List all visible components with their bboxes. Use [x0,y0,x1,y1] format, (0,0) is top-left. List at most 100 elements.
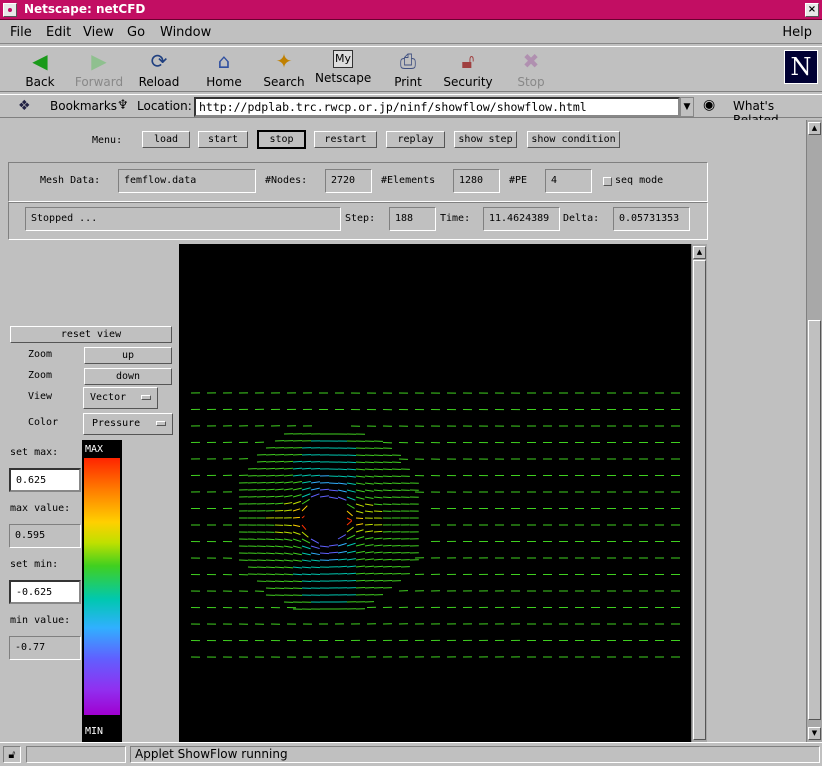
home-button[interactable]: ⌂ Home [196,48,252,92]
velocity-vector [355,503,365,507]
zoom-up-button[interactable]: up [84,347,172,364]
back-arrow-icon: ◀ [32,49,48,73]
velocity-vector [283,580,294,583]
velocity-vector [292,531,301,535]
velocity-vector [382,489,392,492]
replay-button[interactable]: replay [386,131,445,148]
menu-edit[interactable]: Edit [46,25,71,40]
set-max-label: set max: [10,447,59,458]
step-field: 188 [389,207,436,231]
close-window-button[interactable]: × [805,3,819,17]
scroll-up-icon[interactable]: ▲ [808,122,821,135]
start-button[interactable]: start [198,131,248,148]
netscape-logo[interactable]: N [784,50,818,84]
set-min-input[interactable]: -0.625 [9,580,81,604]
velocity-vector [355,558,365,561]
scroll-down-icon[interactable]: ▼ [808,727,821,740]
velocity-vector [292,487,302,491]
velocity-vector [310,474,321,477]
velocity-vector [301,460,312,463]
velocity-vector [301,474,311,477]
option-menu-indicator-icon [156,421,166,426]
velocity-vector [301,566,312,569]
page-scrollbar[interactable]: ▲ ▼ [806,120,822,742]
flow-visualization-canvas[interactable] [179,244,691,742]
canvas-scroll-thumb[interactable] [693,260,706,740]
velocity-vector [337,482,347,485]
canvas-scrollbar[interactable]: ▲ [691,244,707,742]
show-step-button[interactable]: show step [454,131,517,148]
stop-simulation-button[interactable]: stop [257,130,306,149]
reload-button[interactable]: ⟳ Reload [131,48,187,92]
velocity-vector [337,542,347,547]
velocity-vector [355,523,364,526]
menu-file[interactable]: File [10,25,32,40]
velocity-vector [292,552,302,556]
netscape-button[interactable]: My Netscape [315,48,371,92]
reload-label: Reload [138,75,180,89]
cylinder-obstacle [304,500,344,540]
velocity-vector [346,572,357,575]
url-history-dropdown[interactable]: ▼ [680,97,694,117]
velocity-vector [301,559,311,562]
velocity-vector [391,551,401,554]
velocity-vector [274,552,284,555]
menu-view[interactable]: View [83,25,114,40]
velocity-vector [301,552,311,556]
velocity-vector [292,460,303,463]
url-input[interactable]: http://pdplab.trc.rwcp.or.jp/ninf/showfl… [194,97,680,117]
velocity-vector [292,500,302,505]
velocity-vector [373,482,383,485]
set-max-input[interactable]: 0.625 [9,468,81,492]
velocity-vector [301,505,308,512]
back-button[interactable]: ◀ Back [12,48,68,92]
menu-help[interactable]: Help [782,25,812,40]
search-button[interactable]: ✦ Search [256,48,312,92]
color-select[interactable]: Pressure [83,413,173,435]
view-select[interactable]: Vector [83,387,158,409]
restart-button[interactable]: restart [314,131,377,148]
velocity-vector [301,580,312,583]
velocity-vector [310,487,320,491]
velocity-vector [301,573,312,576]
velocity-vector [337,572,348,575]
velocity-vector [337,468,348,471]
security-button[interactable]: 🔓︎ Security [440,48,496,92]
velocity-vector [364,579,375,582]
page-scroll-thumb[interactable] [808,320,821,720]
velocity-vector [292,538,302,543]
velocity-vector [283,509,292,512]
window-menu-button[interactable] [3,3,17,17]
bookmarks-button[interactable]: Bookmarks [50,99,117,113]
menu-window[interactable]: Window [160,25,211,40]
velocity-vector [292,566,303,569]
velocity-vector [292,524,301,527]
security-lock-icon[interactable]: 🔓︎ [3,746,21,763]
forward-button[interactable]: ▶ Forward [71,48,127,92]
netscape-label: Netscape [315,71,372,85]
stop-button[interactable]: ✖ Stop [503,48,559,92]
velocity-vector [265,566,275,569]
zoom-down-button[interactable]: down [84,368,172,385]
reset-view-button[interactable]: reset view [10,326,172,343]
velocity-vector [346,558,356,561]
velocity-vector [292,508,301,512]
menu-go[interactable]: Go [127,25,145,40]
velocity-vector [382,475,392,478]
forward-arrow-icon: ▶ [91,49,107,73]
velocity-vector [346,482,356,486]
progress-indicator [26,746,126,763]
canvas-scroll-up-icon[interactable]: ▲ [693,246,706,259]
velocity-vector [274,531,284,534]
print-button[interactable]: ⎙ Print [380,48,436,92]
velocity-vector [355,454,366,457]
seq-mode-checkbox[interactable] [603,177,612,186]
netscape-icon: My [333,50,353,68]
velocity-vector [373,558,383,561]
velocity-vector [373,454,384,457]
velocity-vector [346,542,356,547]
velocity-vector [382,572,392,575]
show-condition-button[interactable]: show condition [527,131,620,148]
velocity-vector [283,453,294,456]
load-button[interactable]: load [142,131,190,148]
